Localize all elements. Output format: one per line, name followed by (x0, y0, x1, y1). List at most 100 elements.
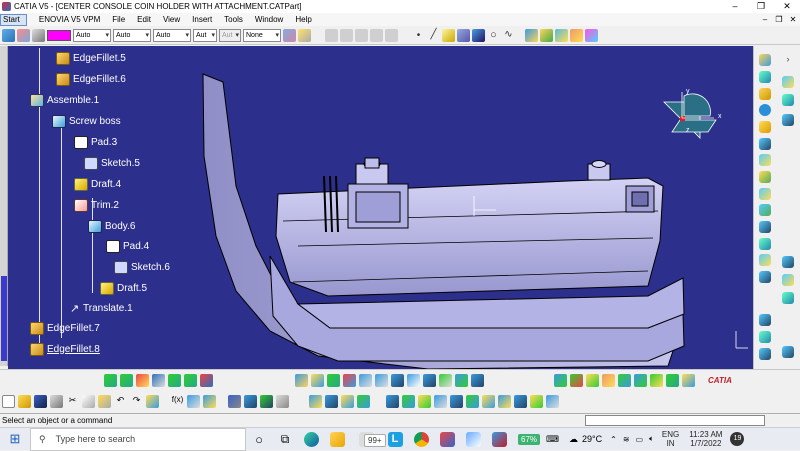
fit-all-icon[interactable] (311, 373, 324, 387)
new-icon[interactable] (2, 395, 15, 408)
constraint-3-icon[interactable] (434, 395, 447, 408)
pocket-icon[interactable] (759, 88, 771, 100)
scrollbar-thumb[interactable] (1, 276, 7, 361)
zoom-out-icon[interactable] (375, 373, 388, 387)
menu-tools[interactable]: Tools (218, 15, 249, 24)
tree-scrollbar[interactable] (0, 46, 8, 366)
constraint-10-icon[interactable] (546, 395, 559, 408)
stop-icon[interactable] (200, 373, 213, 387)
mass-icon[interactable] (341, 395, 354, 408)
painter-icon[interactable] (283, 29, 296, 42)
compass[interactable]: y x z (660, 88, 732, 148)
feature-5-icon[interactable] (782, 256, 794, 268)
feature-7-icon[interactable] (782, 292, 794, 304)
sphere-icon[interactable] (759, 104, 771, 116)
tree-node-trim2[interactable]: Trim.2 (74, 197, 119, 213)
close-button[interactable]: ✕ (774, 1, 800, 12)
line-thickness-select[interactable]: Auto (113, 29, 151, 42)
scale-icon[interactable] (759, 331, 771, 343)
cut-icon[interactable] (136, 373, 149, 387)
move-3-icon[interactable] (168, 373, 181, 387)
transform-icon[interactable] (759, 348, 771, 360)
volume-icon[interactable]: 🔈︎ (649, 434, 654, 444)
catalog-icon[interactable] (244, 395, 257, 408)
feature-icon[interactable] (540, 29, 553, 42)
constraint-5-icon[interactable] (466, 395, 479, 408)
constraint-icon[interactable] (402, 395, 415, 408)
tree-node-sketch6[interactable]: Sketch.6 (114, 259, 170, 275)
tree-node-edgefillet8[interactable]: EdgeFillet.8 (30, 341, 100, 357)
render-icon[interactable] (471, 373, 484, 387)
copy-icon[interactable] (82, 395, 95, 408)
notification-badge[interactable]: 19 (730, 432, 745, 446)
sketch-tools-icon[interactable] (17, 29, 30, 42)
rendering-style-select[interactable]: Aut (219, 29, 241, 42)
menu-insert[interactable]: Insert (186, 15, 218, 24)
swap-visible-icon[interactable] (455, 373, 468, 387)
spline-icon[interactable]: ∿ (502, 29, 515, 42)
properties-icon[interactable] (298, 29, 311, 42)
normal-view-icon[interactable] (391, 373, 404, 387)
fillet-icon[interactable] (759, 188, 771, 200)
point-icon[interactable]: • (412, 29, 425, 42)
tree-node-edgefillet7[interactable]: EdgeFillet.7 (30, 320, 100, 336)
feature-4-icon[interactable] (782, 114, 794, 126)
menu-help[interactable]: Help (289, 15, 317, 24)
chrome-icon[interactable] (408, 428, 434, 451)
tree-node-translate1[interactable]: ↗ Translate.1 (70, 300, 133, 316)
projection-icon[interactable] (457, 29, 470, 42)
task-view-icon[interactable]: ⧉ (272, 428, 298, 451)
constraint-6-icon[interactable] (482, 395, 495, 408)
analysis-9-icon[interactable] (682, 373, 695, 387)
analysis-6-icon[interactable] (634, 373, 647, 387)
constraint-7-icon[interactable] (498, 395, 511, 408)
menu-enovia[interactable]: ENOVIA V5 VPM (33, 15, 106, 24)
doc-minimize-button[interactable]: – (758, 15, 772, 24)
command-input[interactable] (585, 415, 765, 426)
tree-node-screw-boss[interactable]: Screw boss (52, 113, 121, 129)
boolean-icon[interactable] (525, 29, 538, 42)
scroll-right-icon[interactable]: › (782, 54, 794, 66)
zoom-in-icon[interactable] (359, 373, 372, 387)
shell-icon[interactable] (555, 29, 568, 42)
clock[interactable]: 11:23 AM 1/7/2022 (689, 430, 722, 448)
loft-icon[interactable] (759, 171, 771, 183)
mail-icon[interactable]: 99+ (350, 428, 386, 451)
pattern-icon[interactable] (759, 271, 771, 283)
measure-icon[interactable] (585, 29, 598, 42)
minimize-button[interactable]: – (722, 1, 748, 12)
feature-3-icon[interactable] (782, 94, 794, 106)
sketch-icon[interactable] (759, 54, 771, 66)
rule-icon[interactable] (203, 395, 216, 408)
chamfer-icon[interactable] (759, 204, 771, 216)
move-4-icon[interactable] (184, 373, 197, 387)
formula-icon[interactable]: f(x) (171, 395, 184, 408)
line-icon[interactable]: ╱ (427, 29, 440, 42)
move-icon[interactable] (104, 373, 117, 387)
tray-chevron-icon[interactable]: ⌃ (610, 435, 617, 444)
hide-show-icon[interactable] (439, 373, 452, 387)
tree-node-draft5[interactable]: Draft.5 (100, 280, 147, 296)
app-l-icon[interactable]: L (382, 428, 408, 451)
tree-node-edgefillet6[interactable]: EdgeFillet.6 (56, 71, 126, 87)
revolve-icon[interactable] (759, 138, 771, 150)
shading-icon[interactable] (423, 373, 436, 387)
thread-icon[interactable] (759, 254, 771, 266)
filter-icon[interactable] (32, 29, 45, 42)
battery-icon[interactable]: ▭ (636, 435, 644, 444)
tree-node-assemble1[interactable]: Assemble.1 (30, 92, 99, 108)
taskbar-search[interactable]: ⚲ Type here to search (30, 427, 246, 451)
tree-node-draft4[interactable]: Draft.4 (74, 176, 121, 192)
cut-tool-icon[interactable]: ✂ (66, 395, 79, 408)
list-icon[interactable] (276, 395, 289, 408)
tree-node-body6[interactable]: Body.6 (88, 218, 135, 234)
paste-icon[interactable] (98, 395, 111, 408)
analysis-3-icon[interactable] (586, 373, 599, 387)
redo-icon[interactable]: ↷ (130, 395, 143, 408)
maximize-button[interactable]: ❐ (748, 1, 774, 12)
fly-icon[interactable] (295, 373, 308, 387)
analysis-4-icon[interactable] (602, 373, 615, 387)
drafting-icon[interactable] (309, 395, 322, 408)
shell-tool-icon[interactable] (759, 238, 771, 250)
cylinder-icon[interactable] (759, 121, 771, 133)
